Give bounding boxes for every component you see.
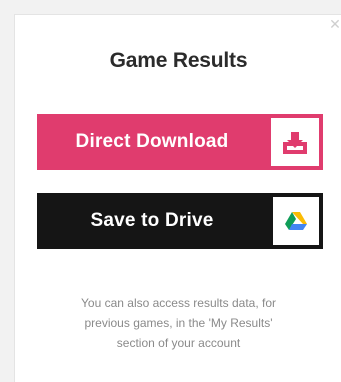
save-to-drive-button[interactable]: Save to Drive	[37, 193, 323, 249]
close-icon[interactable]: ✕	[328, 17, 341, 31]
download-icon	[271, 118, 319, 166]
info-line: section of your account	[116, 336, 241, 350]
save-to-drive-label: Save to Drive	[90, 210, 214, 231]
info-line: You can also access results data, for	[81, 296, 276, 310]
game-results-dialog: ✕ Game Results Direct Download Save to D…	[14, 14, 341, 382]
info-line: previous games, in the 'My Results'	[84, 316, 273, 330]
direct-download-label: Direct Download	[75, 131, 229, 152]
direct-download-button[interactable]: Direct Download	[37, 114, 323, 170]
google-drive-icon	[273, 197, 319, 245]
dialog-title: Game Results	[109, 49, 248, 72]
results-info-text: You can also access results data, for pr…	[35, 293, 322, 353]
